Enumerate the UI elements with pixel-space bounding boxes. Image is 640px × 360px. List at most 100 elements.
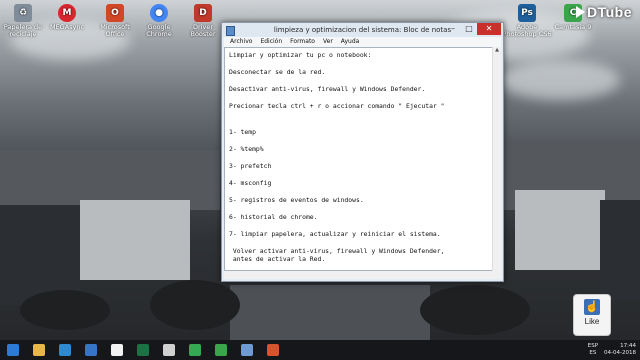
- text-line: [229, 77, 488, 86]
- window-title: limpieza y optimizacion del sistema: Blo…: [273, 26, 452, 34]
- desktop-icon-megasync[interactable]: M MEGAsync: [44, 4, 90, 31]
- wallpaper-trees: [20, 290, 110, 330]
- text-line: Desactivar anti-virus, firewall y Window…: [229, 85, 426, 93]
- text-line: [229, 94, 488, 103]
- text-line: [229, 153, 488, 162]
- desktop-icon-office[interactable]: O Microsoft Office: [92, 4, 138, 38]
- maxthon-icon: [85, 344, 97, 356]
- recycle-bin-icon: ♻: [14, 4, 32, 22]
- menu-ayuda[interactable]: Ayuda: [337, 37, 364, 47]
- text-line: Precionar tecla ctrl + r o accionar coma…: [229, 102, 445, 110]
- taskbar-item-camtasia-recorder[interactable]: [262, 341, 284, 359]
- home-icon: [111, 344, 123, 356]
- text-line: antes de activar la Red.: [229, 255, 326, 263]
- driver-booster-icon: D: [194, 4, 212, 22]
- horizontal-scrollbar[interactable]: [224, 271, 501, 279]
- taskbar-item-media[interactable]: [158, 341, 180, 359]
- text-line: [229, 111, 488, 120]
- text-line: [229, 238, 488, 247]
- wallpaper-road: [230, 285, 430, 340]
- wallpaper-cloud: [500, 60, 620, 100]
- media-icon: [163, 344, 175, 356]
- like-button[interactable]: ☝ Like: [573, 294, 611, 336]
- clock-date: 04-04-2018: [604, 350, 636, 356]
- text-line: 2- %temp%: [229, 144, 264, 153]
- minimize-button[interactable]: –: [445, 23, 461, 35]
- wallpaper-building: [515, 190, 605, 270]
- taskbar-item-camtasia[interactable]: [210, 341, 232, 359]
- text-line: Desconectar se de la red.: [229, 68, 326, 76]
- text-line: 1- temp: [229, 127, 256, 136]
- close-button[interactable]: ✕: [477, 23, 501, 35]
- desktop-icon-label: Camtasia 9: [554, 23, 592, 31]
- taskbar-item-explorer[interactable]: [28, 341, 50, 359]
- wallpaper-building: [600, 200, 640, 300]
- text-line: 7- limpiar papelera, actualizar y reinic…: [229, 229, 441, 238]
- mega-icon: M: [58, 4, 76, 22]
- desktop-icon-label: Adobe Photoshop CS6: [502, 23, 552, 38]
- language-code: ESP: [587, 343, 599, 349]
- taskbar: ESP ES 17:44 04-04-2018: [0, 340, 640, 360]
- text-line: [229, 136, 488, 145]
- menu-edicion[interactable]: Edición: [256, 37, 286, 47]
- text-line: Limpiar y optimizar tu pc o notebook:: [229, 51, 372, 59]
- menu-formato[interactable]: Formato: [286, 37, 319, 47]
- taskbar-item-maxthon[interactable]: [80, 341, 102, 359]
- taskbar-item-notepad[interactable]: [236, 341, 258, 359]
- desktop-icon-driver-booster[interactable]: D Driver Booster: [180, 4, 226, 38]
- desktop-icon-label: Papelera de reciclaje: [3, 23, 43, 38]
- system-tray: ESP ES 17:44 04-04-2018: [582, 340, 636, 360]
- notepad-icon: [226, 26, 235, 36]
- dtube-play-icon: [575, 6, 585, 18]
- vertical-scrollbar[interactable]: ▲: [492, 47, 501, 271]
- notepad-titlebar[interactable]: limpieza y optimizacion del sistema: Blo…: [222, 23, 503, 37]
- keyboard-layout: ES: [589, 350, 597, 356]
- clock[interactable]: 17:44 04-04-2018: [604, 343, 636, 357]
- thumbs-up-icon: ☝: [584, 299, 600, 315]
- taskbar-item-excel[interactable]: [132, 341, 154, 359]
- menu-bar: Archivo Edición Formato Ver Ayuda: [224, 37, 501, 47]
- language-indicator[interactable]: ESP ES: [588, 343, 598, 357]
- wallpaper-trees: [420, 285, 530, 335]
- camtasia-recorder-icon: [267, 344, 279, 356]
- wallpaper-trees: [150, 280, 240, 330]
- text-line: [229, 170, 488, 179]
- menu-ver[interactable]: Ver: [319, 37, 337, 47]
- taskbar-item-store[interactable]: [54, 341, 76, 359]
- clock-time: 17:44: [620, 343, 636, 349]
- text-line: [229, 60, 488, 69]
- desktop-icon-photoshop[interactable]: Ps Adobe Photoshop CS6: [501, 4, 553, 38]
- explorer-icon: [33, 344, 45, 356]
- wallpaper-building: [80, 200, 190, 280]
- store-icon: [59, 344, 71, 356]
- text-line: Volver activar anti-virus, firewall y Wi…: [229, 246, 445, 255]
- taskbar-items: [0, 341, 286, 359]
- taskbar-item-home[interactable]: [106, 341, 128, 359]
- scroll-up-icon[interactable]: ▲: [493, 47, 501, 54]
- desktop-icon-label: Google Chrome: [146, 23, 172, 38]
- text-editor[interactable]: Limpiar y optimizar tu pc o notebook: Des…: [224, 47, 493, 271]
- desktop-icon-label: MEGAsync: [49, 23, 85, 31]
- desktop-icon-chrome[interactable]: ● Google Chrome: [136, 4, 182, 38]
- text-line: [229, 119, 488, 128]
- text-line: [229, 221, 488, 230]
- desktop-icon-label: Microsoft Office: [100, 23, 130, 38]
- text-line: [229, 187, 488, 196]
- taskbar-item-windows-start[interactable]: [2, 341, 24, 359]
- notepad-icon: [241, 344, 253, 356]
- text-line: [229, 204, 488, 213]
- chrome-icon: ●: [150, 4, 168, 22]
- chrome-icon: [189, 344, 201, 356]
- text-line: 3- prefetch: [229, 161, 272, 170]
- desktop-icon-recycle-bin[interactable]: ♻ Papelera de reciclaje: [0, 4, 46, 38]
- notepad-window: limpieza y optimizacion del sistema: Blo…: [221, 22, 504, 282]
- camtasia-icon: [215, 344, 227, 356]
- taskbar-item-chrome[interactable]: [184, 341, 206, 359]
- maximize-button[interactable]: □: [461, 23, 477, 35]
- office-icon: O: [106, 4, 124, 22]
- text-line: 6- historial de chrome.: [229, 212, 318, 221]
- text-line: 5- registros de eventos de windows.: [229, 195, 364, 204]
- text-line: 4- msconfig: [229, 178, 272, 187]
- menu-archivo[interactable]: Archivo: [226, 37, 256, 47]
- dtube-watermark-text: DTube: [586, 4, 632, 20]
